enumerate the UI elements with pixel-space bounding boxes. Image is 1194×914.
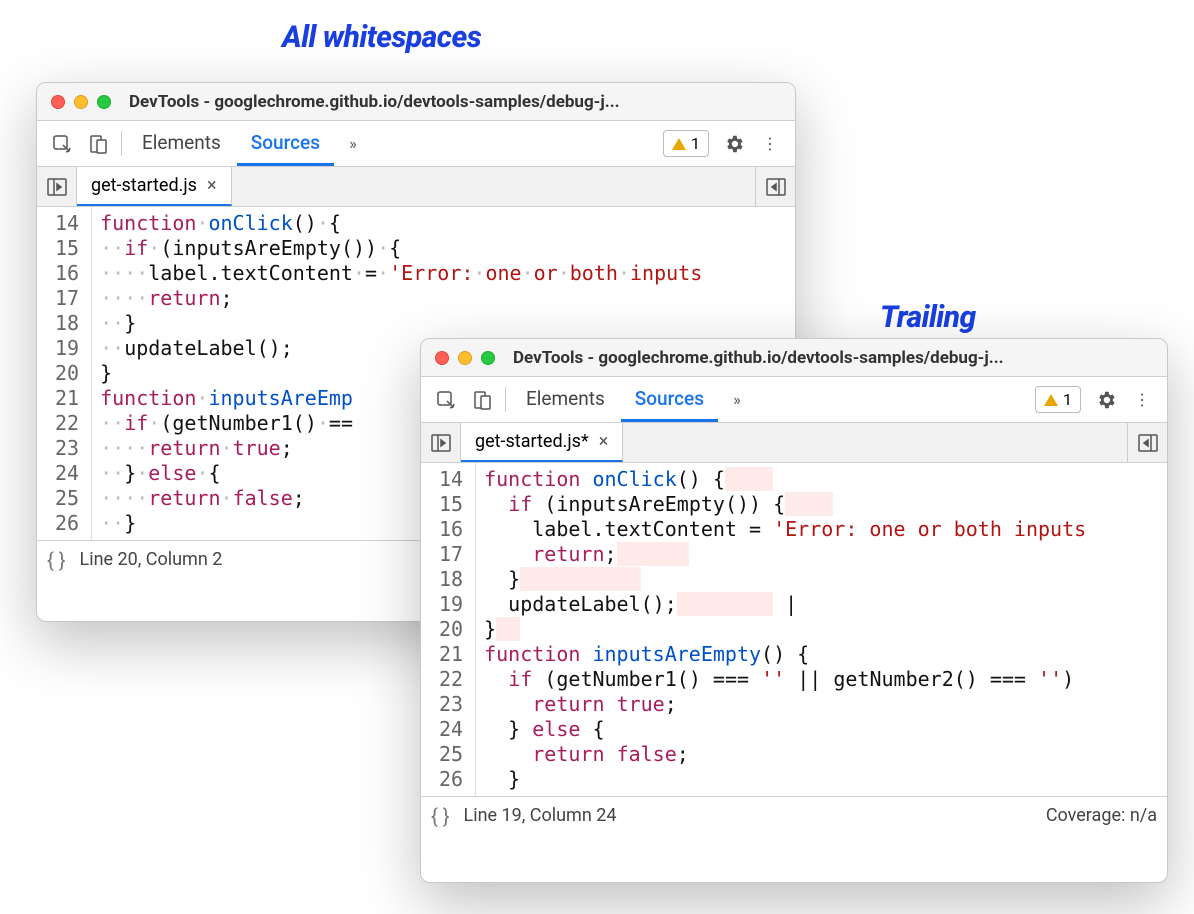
code-editor[interactable]: 14 15 16 17 18 19 20 21 22 23 24 25 26 f…: [421, 463, 1167, 796]
show-navigator-icon[interactable]: [421, 423, 461, 462]
inspect-icon[interactable]: [429, 377, 463, 422]
line-gutter: 14 15 16 17 18 19 20 21 22 23 24 25 26: [421, 463, 476, 796]
annotation-all-whitespaces: All whitespaces: [282, 20, 481, 55]
format-icon[interactable]: { }: [47, 548, 66, 572]
minimize-window-button[interactable]: [458, 351, 472, 365]
maximize-window-button[interactable]: [481, 351, 495, 365]
close-file-icon[interactable]: ×: [599, 431, 609, 452]
warnings-badge[interactable]: 1: [663, 130, 709, 157]
file-tabs: get-started.js* ×: [421, 423, 1167, 463]
tab-sources[interactable]: Sources: [621, 377, 718, 422]
tab-elements[interactable]: Elements: [128, 121, 235, 166]
show-debugger-icon[interactable]: [755, 167, 795, 206]
panel-tabs: Elements Sources » 1 ⋮: [421, 377, 1167, 423]
panel-tabs: Elements Sources » 1 ⋮: [37, 121, 795, 167]
tab-sources[interactable]: Sources: [237, 121, 334, 166]
traffic-lights: [51, 95, 111, 109]
devtools-window-trailing: DevTools - googlechrome.github.io/devtoo…: [420, 338, 1168, 883]
settings-icon[interactable]: [717, 121, 751, 166]
device-icon[interactable]: [81, 121, 115, 166]
more-tabs-icon[interactable]: »: [720, 377, 754, 422]
show-navigator-icon[interactable]: [37, 167, 77, 206]
coverage-status: Coverage: n/a: [1046, 805, 1157, 826]
minimize-window-button[interactable]: [74, 95, 88, 109]
kebab-menu-icon[interactable]: ⋮: [1125, 377, 1159, 422]
more-tabs-icon[interactable]: »: [336, 121, 370, 166]
window-title: DevTools - googlechrome.github.io/devtoo…: [513, 348, 1153, 368]
kebab-menu-icon[interactable]: ⋮: [753, 121, 787, 166]
cursor-position: Line 20, Column 2: [80, 549, 223, 570]
close-window-button[interactable]: [51, 95, 65, 109]
annotation-trailing: Trailing: [880, 300, 976, 335]
file-tab-get-started[interactable]: get-started.js* ×: [461, 423, 623, 462]
file-tab-get-started[interactable]: get-started.js ×: [77, 167, 232, 206]
file-tab-label: get-started.js*: [475, 431, 589, 452]
warning-count: 1: [691, 134, 700, 153]
cursor-position: Line 19, Column 24: [464, 805, 617, 826]
traffic-lights: [435, 351, 495, 365]
format-icon[interactable]: { }: [431, 804, 450, 828]
device-icon[interactable]: [465, 377, 499, 422]
source-content[interactable]: function onClick() { if (inputsAreEmpty(…: [476, 463, 1086, 796]
warning-count: 1: [1063, 390, 1072, 409]
show-debugger-icon[interactable]: [1127, 423, 1167, 462]
titlebar: DevTools - googlechrome.github.io/devtoo…: [421, 339, 1167, 377]
file-tabs: get-started.js ×: [37, 167, 795, 207]
settings-icon[interactable]: [1089, 377, 1123, 422]
window-title: DevTools - googlechrome.github.io/devtoo…: [129, 92, 781, 112]
maximize-window-button[interactable]: [97, 95, 111, 109]
warnings-badge[interactable]: 1: [1035, 386, 1081, 413]
close-window-button[interactable]: [435, 351, 449, 365]
line-gutter: 14 15 16 17 18 19 20 21 22 23 24 25 26: [37, 207, 92, 540]
status-bar: { } Line 19, Column 24 Coverage: n/a: [421, 796, 1167, 834]
close-file-icon[interactable]: ×: [207, 175, 217, 196]
inspect-icon[interactable]: [45, 121, 79, 166]
titlebar: DevTools - googlechrome.github.io/devtoo…: [37, 83, 795, 121]
tab-elements[interactable]: Elements: [512, 377, 619, 422]
file-tab-label: get-started.js: [91, 175, 197, 196]
